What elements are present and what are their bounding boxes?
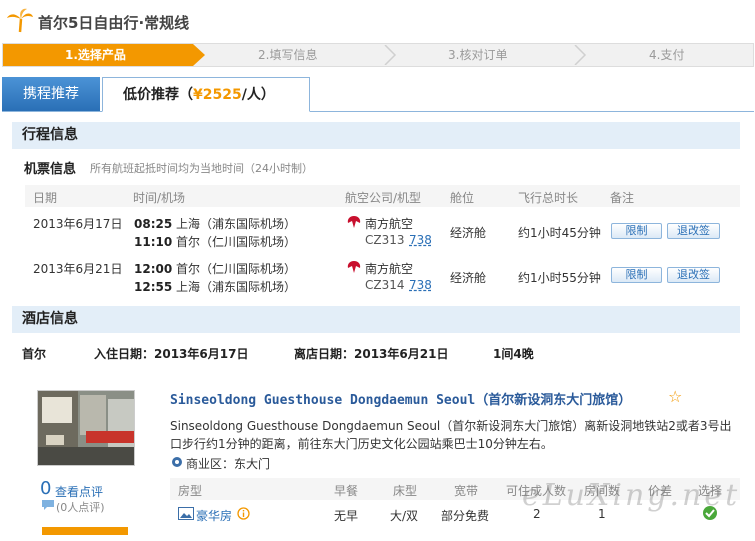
col-date: 日期 bbox=[33, 191, 58, 205]
airline-name: 南方航空 bbox=[365, 217, 414, 231]
restriction-button[interactable]: 限制 bbox=[611, 223, 662, 239]
view-reviews-link[interactable]: 查看点评 bbox=[55, 483, 103, 500]
cabin-class: 经济舱 bbox=[450, 226, 487, 240]
col-broadband: 宽带 bbox=[454, 484, 479, 498]
ticket-info-note: 所有航班起抵时间均为当地时间（24小时制） bbox=[90, 162, 313, 175]
flight-departure: 12:00 首尔（仁川国际机场） bbox=[134, 260, 296, 277]
aircraft-type-link[interactable]: 738 bbox=[409, 278, 432, 292]
hotel-photo[interactable] bbox=[37, 390, 135, 466]
step-1: 1.选择产品 bbox=[3, 44, 193, 66]
col-bed: 床型 bbox=[393, 484, 418, 498]
flight-arrival: 12:55 上海（浦东国际机场） bbox=[134, 278, 296, 295]
tab-low-price-prefix: 低价推荐（ bbox=[123, 87, 193, 103]
flight-number: CZ313 bbox=[365, 233, 405, 247]
dep-airport: 上海（浦东国际机场） bbox=[176, 217, 297, 231]
chevron-right-icon bbox=[574, 45, 587, 65]
col-time-airport: 时间/机场 bbox=[133, 191, 186, 205]
checkin-date: 入住日期：2013年6月17日 bbox=[94, 347, 249, 361]
room-nights: 1间4晚 bbox=[493, 347, 534, 361]
flight-arrival: 11:10 首尔（仁川国际机场） bbox=[134, 233, 296, 250]
arr-time: 11:10 bbox=[134, 235, 173, 249]
china-southern-logo-icon bbox=[347, 261, 361, 273]
flight-duration: 约1小时45分钟 bbox=[518, 226, 601, 240]
flight-number: CZ314 bbox=[365, 278, 405, 292]
hotel-description: Sinseoldong Guesthouse Dongdaemun Seoul（… bbox=[170, 419, 732, 451]
hotel-name-link[interactable]: Sinseoldong Guesthouse Dongdaemun Seoul（… bbox=[170, 389, 631, 408]
tab-low-price[interactable]: 低价推荐（¥2525/人） bbox=[102, 77, 310, 112]
palm-tree-logo-icon bbox=[7, 8, 33, 33]
col-airline: 航空公司/机型 bbox=[345, 191, 422, 205]
hotel-photo-image-icon bbox=[38, 391, 134, 465]
info-icon[interactable] bbox=[237, 507, 250, 520]
checkout-date: 离店日期：2013年6月21日 bbox=[294, 347, 449, 361]
step-arrow-icon bbox=[193, 44, 205, 66]
room-breakfast: 无早 bbox=[334, 509, 359, 523]
col-breakfast: 早餐 bbox=[334, 484, 359, 498]
ticket-info-title: 机票信息 bbox=[24, 162, 77, 177]
itinerary-section-title: 行程信息 bbox=[12, 122, 740, 149]
flight-departure: 08:25 上海（浦东国际机场） bbox=[134, 215, 296, 232]
tab-low-price-suffix: /人） bbox=[241, 87, 275, 103]
dep-time: 12:00 bbox=[134, 262, 173, 276]
review-people-count: (0人点评) bbox=[56, 501, 105, 514]
flight-table-header: 日期 时间/机场 航空公司/机型 舱位 飞行总时长 备注 bbox=[25, 185, 740, 207]
aircraft-type-link[interactable]: 738 bbox=[409, 233, 432, 247]
watermark: eLuXing.net bbox=[522, 478, 741, 513]
page-header: 首尔5日自由行·常规线 bbox=[0, 0, 755, 40]
tab-recommend[interactable]: 携程推荐 bbox=[2, 77, 100, 111]
hotel-section-title: 酒店信息 bbox=[12, 306, 740, 333]
flight-date: 2013年6月17日 bbox=[33, 217, 123, 231]
arr-airport: 首尔（仁川国际机场） bbox=[176, 235, 297, 249]
dep-airport: 首尔（仁川国际机场） bbox=[176, 262, 297, 276]
flight-date: 2013年6月21日 bbox=[33, 262, 123, 276]
progress-steps: 1.选择产品 2.填写信息 3.核对订单 4.支付 bbox=[2, 43, 754, 67]
airline-name: 南方航空 bbox=[365, 262, 414, 276]
room-type-link[interactable]: 豪华房 bbox=[196, 507, 232, 524]
step-3: 3.核对订单 bbox=[448, 48, 508, 62]
map-pin-icon bbox=[172, 457, 182, 467]
tab-bar: 携程推荐 低价推荐（¥2525/人） bbox=[2, 77, 754, 112]
col-cabin: 舱位 bbox=[450, 191, 475, 205]
restriction-button[interactable]: 限制 bbox=[611, 267, 662, 283]
arr-time: 12:55 bbox=[134, 280, 173, 294]
hotel-city: 首尔 bbox=[22, 347, 47, 361]
cabin-class: 经济舱 bbox=[450, 271, 487, 285]
refund-change-button[interactable]: 退改签 bbox=[667, 267, 720, 283]
rating-bar bbox=[42, 527, 128, 535]
step-2: 2.填写信息 bbox=[258, 48, 318, 62]
refund-change-button[interactable]: 退改签 bbox=[667, 223, 720, 239]
col-room-type: 房型 bbox=[178, 484, 203, 498]
flight-duration: 约1小时55分钟 bbox=[518, 271, 601, 285]
room-bed: 大/双 bbox=[390, 509, 419, 523]
room-broadband: 部分免费 bbox=[441, 509, 490, 523]
hotel-district: 商业区：东大门 bbox=[186, 457, 271, 471]
tab-low-price-amount: ¥2525 bbox=[193, 87, 242, 103]
arr-airport: 上海（浦东国际机场） bbox=[176, 280, 297, 294]
step-4: 4.支付 bbox=[649, 48, 685, 62]
page-title: 首尔5日自由行·常规线 bbox=[38, 14, 190, 32]
chevron-right-icon bbox=[384, 45, 397, 65]
china-southern-logo-icon bbox=[347, 216, 361, 228]
star-icon[interactable]: ☆ bbox=[668, 387, 682, 406]
comment-icon bbox=[42, 500, 54, 510]
col-duration: 飞行总时长 bbox=[518, 191, 579, 205]
review-count: 0 bbox=[40, 478, 52, 499]
col-remark: 备注 bbox=[610, 191, 635, 205]
room-photo-icon[interactable] bbox=[178, 507, 194, 520]
dep-time: 08:25 bbox=[134, 217, 173, 231]
